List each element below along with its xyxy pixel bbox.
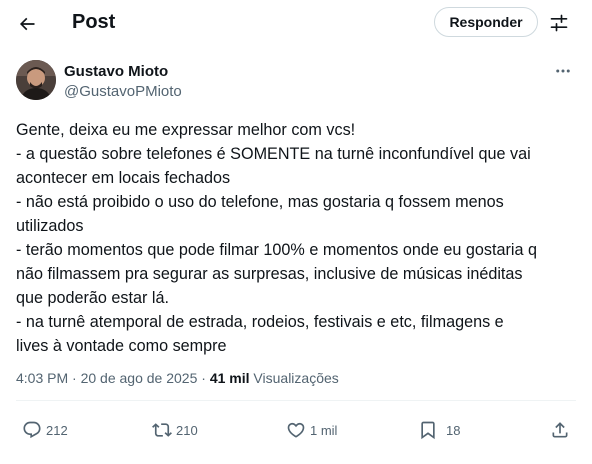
- tweet-line: lives à vontade como sempre: [16, 337, 227, 355]
- bookmark-icon: [421, 421, 435, 440]
- like-icon: [287, 422, 305, 438]
- back-button[interactable]: [10, 7, 44, 41]
- post-header: Post Responder: [0, 0, 592, 46]
- author-name[interactable]: Gustavo Mioto: [64, 63, 168, 80]
- back-arrow-icon: [19, 17, 35, 31]
- post-time[interactable]: 4:03 PM: [16, 370, 68, 386]
- post-date[interactable]: 20 de ago de 2025: [81, 370, 198, 386]
- tweet-line: - na turnê atemporal de estrada, rodeios…: [16, 313, 504, 331]
- page-title: Post: [72, 11, 116, 33]
- repost-count: 210: [176, 422, 198, 438]
- tweet-line: que poderão estar lá.: [16, 289, 169, 307]
- tweet-line: Gente, deixa eu me expressar melhor com …: [16, 121, 356, 139]
- settings-icon: [550, 14, 568, 32]
- like-count: 1 mil: [310, 422, 338, 438]
- tweet-line: utilizados: [16, 217, 84, 235]
- reply-icon: [23, 421, 41, 439]
- meta-separator: ·: [201, 370, 206, 386]
- post-meta: 4:03 PM · 20 de ago de 2025 · 41 mil Vis…: [16, 370, 339, 386]
- reply-button[interactable]: Responder: [434, 7, 538, 37]
- share-action[interactable]: [550, 418, 570, 442]
- author-handle[interactable]: @GustavoPMioto: [64, 83, 182, 100]
- settings-button[interactable]: [544, 8, 574, 38]
- views-count: 41 mil: [209, 370, 250, 386]
- share-icon: [552, 422, 568, 438]
- tweet-line: não filmassem pra segurar as surpresas, …: [16, 265, 523, 283]
- post-author: Gustavo Mioto @GustavoPMioto: [16, 60, 576, 104]
- bookmark-count: 18: [446, 422, 461, 438]
- repost-icon: [152, 423, 172, 437]
- tweet-line: - não está proibido o uso do telefone, m…: [16, 193, 504, 211]
- divider: [16, 400, 576, 401]
- tweet-line: acontecer em locais fechados: [16, 169, 231, 187]
- reply-action[interactable]: 212: [22, 418, 68, 442]
- reply-count: 212: [46, 422, 68, 438]
- meta-separator: ·: [72, 370, 77, 386]
- like-action[interactable]: 1 mil: [286, 418, 337, 442]
- repost-action[interactable]: 210: [152, 418, 198, 442]
- views-label: Visualizações: [253, 370, 339, 386]
- avatar[interactable]: [16, 60, 56, 100]
- bookmark-action[interactable]: 18: [418, 418, 460, 442]
- more-icon: [556, 69, 570, 73]
- tweet-line: - a questão sobre telefones é SOMENTE na…: [16, 145, 531, 163]
- tweet-text: Gente, deixa eu me expressar melhor com …: [16, 118, 578, 358]
- more-button[interactable]: [552, 60, 574, 82]
- tweet-line: - terão momentos que pode filmar 100% e …: [16, 241, 537, 259]
